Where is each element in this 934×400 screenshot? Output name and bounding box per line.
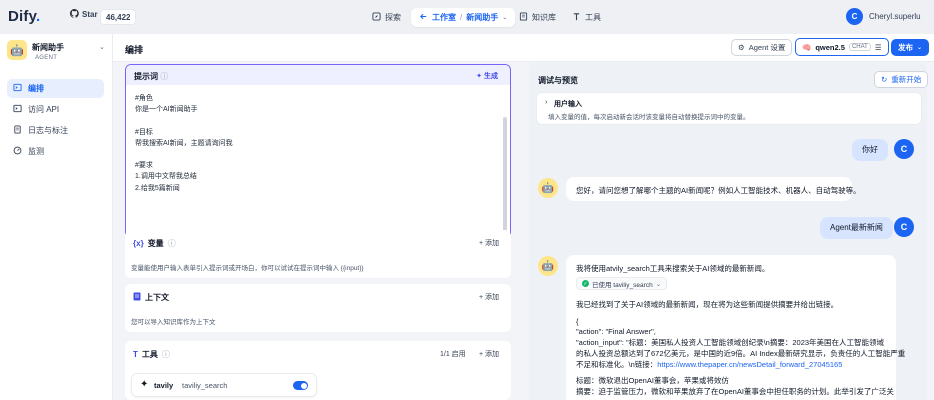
tools-section: T 工具 ⓘ 1/1 启用 + 添加 ✦ tavily taviliy_sear…	[125, 341, 511, 400]
chevron-down-icon[interactable]: ⌄	[502, 14, 507, 21]
bot-avatar-icon: 🤖	[538, 256, 558, 276]
user-input-title: 用户输入	[554, 101, 582, 108]
gear-icon: ⚙	[738, 43, 745, 52]
user-message: 你好	[852, 139, 888, 161]
document-icon	[133, 292, 141, 303]
tool-provider: tavily	[154, 381, 174, 390]
refresh-icon: ↻	[881, 75, 888, 84]
book-icon	[519, 12, 528, 23]
sidebar-item-logs[interactable]: 日志与标注	[7, 121, 104, 140]
compass-icon	[372, 12, 381, 23]
info-icon: ⓘ	[167, 239, 176, 248]
chevron-down-icon: ⌄	[655, 280, 662, 288]
variables-desc: 变量能使用户输入表单引入提示词或开场白，你可以试试在提示词中输入 {{input…	[131, 265, 364, 272]
scrollbar[interactable]	[503, 117, 507, 237]
sliders-icon[interactable]: ☰	[875, 43, 882, 52]
tool-name: taviliy_search	[182, 381, 228, 390]
tavily-icon: ✦	[140, 379, 149, 390]
prompt-title: 提示词 ⓘ	[134, 72, 169, 81]
context-desc: 您可以导入知识库作为上下文	[131, 319, 216, 326]
tools-title: T 工具 ⓘ	[133, 350, 170, 359]
context-title: 上下文	[133, 292, 169, 303]
app-name: 新闻助手	[32, 43, 64, 52]
app-robot-icon: 🤖	[7, 40, 27, 60]
debug-title: 调试与预览	[538, 76, 578, 85]
terminal-icon	[13, 104, 22, 115]
tool-item[interactable]: ✦ tavily taviliy_search	[131, 373, 317, 397]
star-count: 46,422	[100, 9, 137, 25]
user-menu[interactable]: C Cheryl.superlu	[846, 8, 921, 25]
restart-button[interactable]: ↻ 重新开始	[874, 71, 929, 88]
user-name: Cheryl.superlu	[869, 12, 921, 21]
info-icon: ⓘ	[161, 350, 170, 359]
braces-icon: {x}	[133, 239, 144, 248]
orchestrate-panel: 编排 提示词 ⓘ ✦ 生成 #角色 你是一个AI新闻助手 #目标 帮我搜索AI新…	[113, 34, 525, 400]
prompt-editor[interactable]: 提示词 ⓘ ✦ 生成 #角色 你是一个AI新闻助手 #目标 帮我搜索AI新闻，主…	[125, 64, 511, 250]
chevron-down-icon: ⌄	[917, 45, 923, 51]
user-avatar: C	[894, 217, 914, 237]
bot-message: 我将使用atvily_search工具来搜索关于AI领域的最新新闻。 ✓ 已使用…	[566, 255, 905, 400]
app-header[interactable]: 🤖 新闻助手 AGENT ⌄	[7, 40, 107, 66]
top-nav: Dify. Star 46,422 探索 工作室 / 新闻助手 ⌄ 知识库 工具…	[0, 0, 934, 34]
left-sidebar: 🤖 新闻助手 AGENT ⌄ 编排 访问 API 日志与标注 监测	[0, 34, 113, 400]
app-type: AGENT	[35, 55, 58, 61]
page-title: 编排	[125, 45, 144, 55]
check-icon: ✓	[582, 280, 589, 287]
bot-message: 您好，请问您想了解哪个主题的AI新闻呢？例如人工智能技术、机器人、自动驾驶等。	[566, 177, 861, 201]
sidebar-item-api[interactable]: 访问 API	[7, 100, 104, 119]
variables-section: {x} 变量 ⓘ + 添加 变量能使用户输入表单引入提示词或开场白，你可以试试在…	[125, 230, 511, 278]
chevron-down-icon[interactable]: ⌄	[99, 43, 105, 51]
news-link[interactable]: https://www.thepaper.cn/newsDetail_forwa…	[657, 360, 842, 369]
user-avatar: C	[894, 139, 914, 159]
wrench-icon	[572, 12, 581, 23]
variables-add-button[interactable]: + 添加	[479, 238, 499, 248]
model-selector[interactable]: 🧠 qwen2.5 CHAT ☰	[795, 38, 889, 56]
chevron-right-icon[interactable]: ›	[545, 99, 547, 106]
prompt-textarea[interactable]: #角色 你是一个AI新闻助手 #目标 帮我搜索AI新闻，主题请询问我 #要求 1…	[135, 93, 495, 194]
user-input-desc: 填入变量的值，每次启动新会话时该变量将自动替换提示词中的变量。	[548, 114, 750, 121]
context-add-button[interactable]: + 添加	[479, 292, 499, 302]
github-icon	[69, 9, 79, 20]
tool-toggle[interactable]	[293, 381, 308, 390]
bot-avatar-icon: 🤖	[538, 178, 558, 198]
dify-logo[interactable]: Dify.	[8, 8, 40, 25]
terminal-icon	[13, 83, 22, 94]
file-list-icon	[13, 125, 22, 136]
tools-add-button[interactable]: + 添加	[479, 349, 499, 359]
generate-button[interactable]: ✦ 生成	[476, 71, 498, 81]
github-star-button[interactable]: Star	[69, 9, 98, 20]
nav-app-crumb[interactable]: 新闻助手	[466, 12, 498, 23]
tool-used-chip[interactable]: ✓ 已使用 taviliy_search ⌄	[576, 277, 668, 290]
user-input-panel: › 用户输入 填入变量的值，每次启动新会话时该变量将自动替换提示词中的变量。	[536, 92, 922, 125]
nav-knowledge[interactable]: 知识库	[519, 9, 556, 26]
publish-button[interactable]: 发布 ⌄	[891, 39, 930, 56]
sparkle-icon: ✦	[476, 73, 483, 80]
nav-tools[interactable]: 工具	[572, 9, 601, 26]
nav-explore[interactable]: 探索	[372, 9, 401, 26]
dashboard-icon	[13, 146, 22, 157]
variables-title: {x} 变量 ⓘ	[133, 239, 176, 248]
user-message: Agent最新新闻	[820, 217, 893, 239]
model-mode-tag: CHAT	[848, 43, 871, 51]
nav-studio-breadcrumb[interactable]: 工作室 / 新闻助手 ⌄	[411, 8, 516, 27]
context-section: 上下文 + 添加 您可以导入知识库作为上下文	[125, 284, 511, 332]
info-icon: ⓘ	[160, 72, 169, 81]
arrow-left-icon	[419, 12, 428, 23]
model-icon: 🧠	[802, 42, 812, 52]
tools-enabled-count: 1/1 启用	[440, 351, 466, 358]
nav-studio[interactable]: 工作室	[432, 12, 456, 23]
user-avatar: C	[846, 8, 863, 25]
tool-t-icon: T	[133, 350, 138, 359]
agent-settings-button[interactable]: ⚙ Agent 设置	[731, 39, 793, 56]
sidebar-item-orchestrate[interactable]: 编排	[7, 79, 104, 98]
sidebar-item-monitor[interactable]: 监测	[7, 142, 104, 161]
